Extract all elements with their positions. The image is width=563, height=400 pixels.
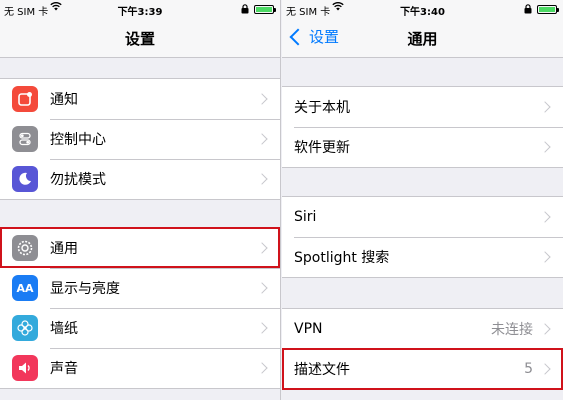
chevron-right-icon: [539, 363, 551, 375]
row-label: 墙纸: [50, 321, 78, 337]
row-label: Spotlight 搜索: [294, 250, 390, 266]
battery-icon: [537, 5, 559, 14]
row-label: VPN: [294, 321, 323, 337]
settings-group-1: 通知 控制中心 勿扰模式: [0, 78, 280, 200]
chevron-right-icon: [256, 282, 268, 294]
general-screen: 无 SIM 卡 下午3:40 设置 通用 关于本机 软件更新 Siri Spot…: [282, 0, 563, 400]
control-center-icon: [12, 126, 38, 152]
wallpaper-icon: [12, 315, 38, 341]
general-row-software-update[interactable]: 软件更新: [282, 127, 563, 167]
chevron-right-icon: [256, 322, 268, 334]
general-row-vpn[interactable]: VPN 未连接: [282, 309, 563, 349]
settings-screen: 无 SIM 卡 下午3:39 设置 通知 控制中心 勿扰模式 通用 AA 显示与…: [0, 0, 281, 400]
status-bar: 无 SIM 卡 下午3:40: [282, 0, 563, 18]
chevron-right-icon: [256, 93, 268, 105]
display-icon-text: AA: [16, 281, 34, 295]
row-label: Siri: [294, 209, 317, 225]
notifications-icon: [12, 86, 38, 112]
settings-row-do-not-disturb[interactable]: 勿扰模式: [0, 159, 280, 199]
settings-row-general[interactable]: 通用: [0, 228, 280, 268]
status-bar: 无 SIM 卡 下午3:39: [0, 0, 280, 18]
row-label: 勿扰模式: [50, 172, 106, 188]
row-label: 通用: [50, 241, 78, 257]
vpn-status: 未连接: [491, 322, 533, 338]
status-time: 下午3:39: [117, 7, 163, 18]
chevron-right-icon: [256, 173, 268, 185]
general-group-3: VPN 未连接 描述文件 5: [282, 308, 563, 390]
chevron-right-icon: [256, 133, 268, 145]
settings-group-2: 通用 AA 显示与亮度 墙纸 声音: [0, 227, 280, 389]
sound-icon: [12, 355, 38, 381]
settings-row-notifications[interactable]: 通知: [0, 79, 280, 119]
chevron-right-icon: [539, 323, 551, 335]
chevron-right-icon: [539, 251, 551, 263]
general-row-about[interactable]: 关于本机: [282, 87, 563, 127]
general-row-profiles[interactable]: 描述文件 5: [282, 349, 563, 389]
row-label: 声音: [50, 361, 78, 377]
display-brightness-icon: AA: [12, 275, 38, 301]
row-label: 关于本机: [294, 100, 350, 116]
gear-icon: [12, 235, 38, 261]
settings-row-sounds[interactable]: 声音: [0, 348, 280, 388]
rotation-lock-icon: [241, 4, 249, 14]
chevron-right-icon: [539, 211, 551, 223]
general-group-2: Siri Spotlight 搜索: [282, 196, 563, 278]
settings-row-control-center[interactable]: 控制中心: [0, 119, 280, 159]
status-time: 下午3:40: [400, 7, 445, 18]
battery-icon: [254, 5, 276, 14]
nav-bar: 设置: [0, 18, 280, 58]
settings-row-display[interactable]: AA 显示与亮度: [0, 268, 280, 308]
row-label: 通知: [50, 92, 78, 108]
chevron-right-icon: [256, 362, 268, 374]
chevron-right-icon: [256, 242, 268, 254]
profile-count: 5: [524, 361, 533, 377]
do-not-disturb-icon: [12, 166, 38, 192]
settings-row-wallpaper[interactable]: 墙纸: [0, 308, 280, 348]
row-label: 描述文件: [294, 362, 350, 378]
general-row-spotlight[interactable]: Spotlight 搜索: [282, 237, 563, 277]
row-label: 软件更新: [294, 140, 350, 156]
row-label: 控制中心: [50, 132, 106, 148]
general-row-siri[interactable]: Siri: [282, 197, 563, 237]
nav-bar: 设置 通用: [282, 18, 563, 58]
row-label: 显示与亮度: [50, 281, 120, 297]
general-group-1: 关于本机 软件更新: [282, 86, 563, 168]
chevron-right-icon: [539, 141, 551, 153]
chevron-right-icon: [539, 101, 551, 113]
rotation-lock-icon: [524, 4, 532, 14]
page-title: 设置: [124, 30, 155, 48]
page-title: 通用: [407, 30, 438, 48]
